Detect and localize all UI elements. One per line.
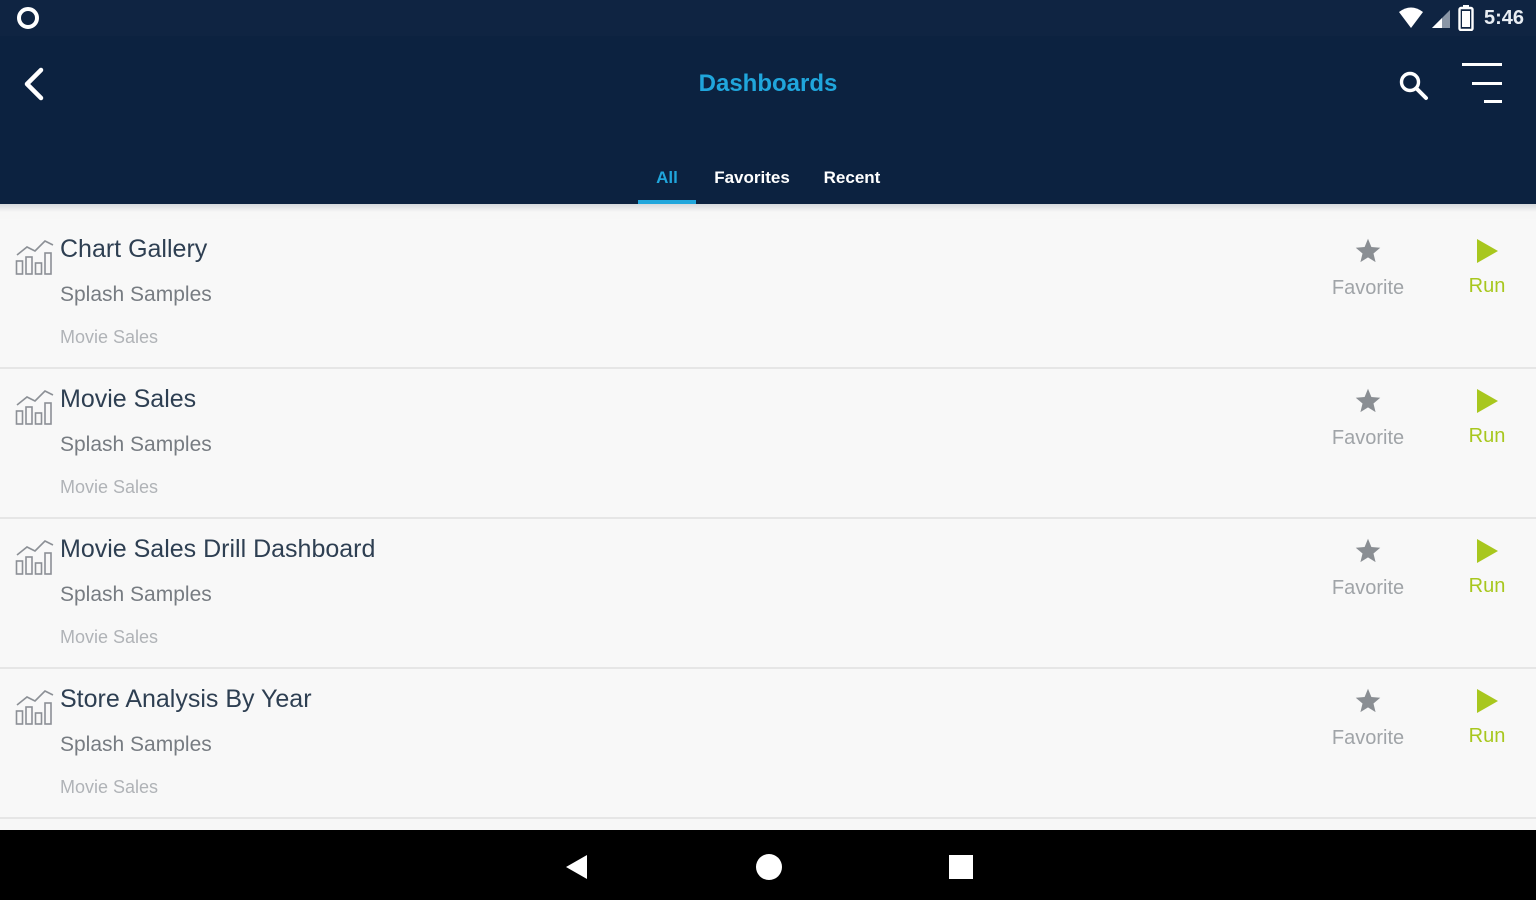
play-icon	[1477, 389, 1498, 413]
run-label: Run	[1468, 725, 1506, 747]
dashboard-category: Movie Sales	[60, 327, 159, 347]
dashboard-title: Chart Gallery	[60, 235, 208, 263]
nav-recents-button[interactable]	[944, 850, 978, 884]
star-icon	[1355, 688, 1381, 713]
run-button[interactable]: Run	[1452, 683, 1522, 763]
search-button[interactable]	[1392, 64, 1436, 108]
list-item[interactable]: Movie Sales Splash Samples Movie Sales F…	[0, 369, 1536, 519]
search-icon	[1399, 71, 1428, 100]
favorite-button[interactable]: Favorite	[1318, 233, 1418, 313]
status-left	[16, 6, 40, 30]
status-time: 5:46	[1483, 6, 1524, 29]
nav-home-button[interactable]	[752, 850, 786, 884]
tab-bar: All Favorites Recent	[0, 148, 1536, 204]
dashboard-folder: Splash Samples	[60, 283, 212, 306]
wifi-icon	[1398, 7, 1423, 28]
favorite-label: Favorite	[1331, 277, 1405, 299]
favorite-button[interactable]: Favorite	[1318, 533, 1418, 613]
dashboard-category: Movie Sales	[60, 627, 159, 647]
dashboard-chart-icon	[15, 540, 54, 575]
signal-icon	[1431, 10, 1450, 28]
dashboard-chart-icon	[15, 390, 54, 425]
tab-recent[interactable]: Recent	[812, 158, 892, 204]
dashboard-folder: Splash Samples	[60, 583, 212, 606]
app-bar-shadow	[0, 204, 1536, 212]
page-title: Dashboards	[698, 70, 838, 97]
dashboard-folder: Splash Samples	[60, 733, 212, 756]
nav-back-triangle-icon	[566, 855, 587, 879]
list-item[interactable]: Chart Gallery Splash Samples Movie Sales…	[0, 219, 1536, 369]
star-icon	[1355, 388, 1381, 413]
play-icon	[1477, 539, 1498, 563]
star-icon	[1355, 538, 1381, 563]
dashboard-title: Movie Sales	[60, 385, 197, 413]
dashboard-folder: Splash Samples	[60, 433, 212, 456]
tab-all[interactable]: All	[638, 158, 696, 204]
sort-menu-icon	[1462, 63, 1502, 103]
dashboard-category: Movie Sales	[60, 777, 159, 797]
sort-menu-button[interactable]	[1458, 60, 1508, 108]
dashboard-chart-icon	[15, 240, 54, 275]
tab-recent-label: Recent	[823, 168, 881, 187]
favorite-button[interactable]: Favorite	[1318, 383, 1418, 463]
play-icon	[1477, 689, 1498, 713]
dashboard-title: Store Analysis By Year	[60, 685, 312, 713]
favorite-label: Favorite	[1331, 577, 1405, 599]
nav-recents-square-icon	[949, 855, 973, 879]
run-button[interactable]: Run	[1452, 533, 1522, 613]
list-item[interactable]: Store Analysis By Year Splash Samples Mo…	[0, 669, 1536, 819]
run-button[interactable]: Run	[1452, 233, 1522, 313]
system-nav-bar	[0, 830, 1536, 900]
status-right: 5:46	[1398, 5, 1524, 31]
battery-icon	[1458, 5, 1474, 31]
tab-all-label: All	[656, 168, 678, 187]
favorite-label: Favorite	[1331, 427, 1405, 449]
favorite-button[interactable]: Favorite	[1318, 683, 1418, 763]
app-bar: Dashboards All Favorites Recent	[0, 36, 1536, 204]
nav-home-circle-icon	[756, 854, 782, 880]
tab-favorites-label: Favorites	[714, 168, 790, 187]
run-label: Run	[1468, 425, 1506, 447]
list-item[interactable]: Movie Sales Drill Dashboard Splash Sampl…	[0, 519, 1536, 669]
dashboard-list: Chart Gallery Splash Samples Movie Sales…	[0, 219, 1536, 819]
play-icon	[1477, 239, 1498, 263]
run-label: Run	[1468, 575, 1506, 597]
dashboard-chart-icon	[15, 690, 54, 725]
star-icon	[1355, 238, 1381, 263]
nav-back-button[interactable]	[560, 850, 594, 884]
favorite-label: Favorite	[1331, 727, 1405, 749]
tab-favorites[interactable]: Favorites	[704, 158, 800, 204]
status-bar: 5:46	[0, 0, 1536, 36]
run-label: Run	[1468, 275, 1506, 297]
circle-notification-icon	[17, 7, 39, 29]
run-button[interactable]: Run	[1452, 383, 1522, 463]
dashboard-title: Movie Sales Drill Dashboard	[60, 535, 376, 563]
dashboard-category: Movie Sales	[60, 477, 159, 497]
